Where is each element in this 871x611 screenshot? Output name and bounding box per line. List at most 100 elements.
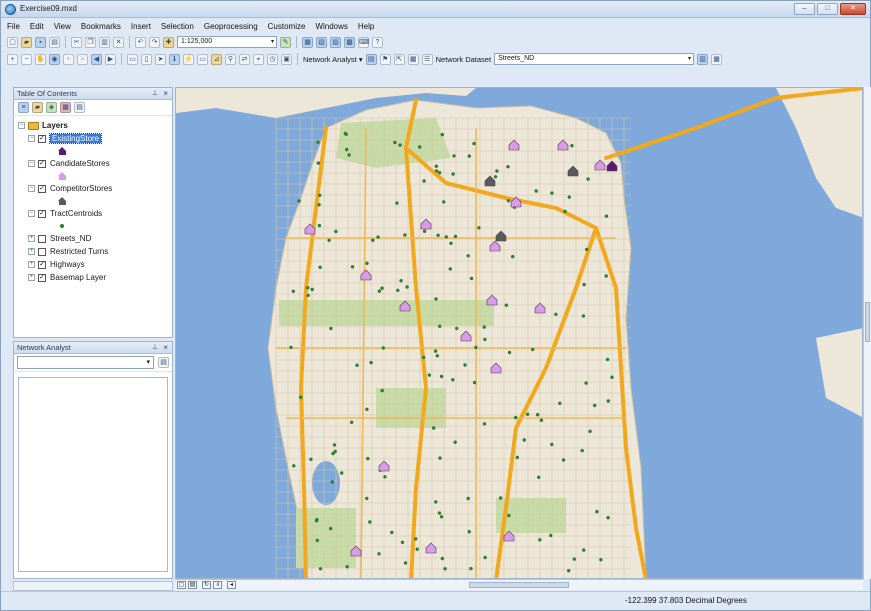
- menu-insert[interactable]: Insert: [131, 22, 151, 31]
- whats-this-icon[interactable]: ?: [372, 36, 383, 48]
- collapse-icon[interactable]: −: [28, 185, 35, 192]
- toc-options-icon[interactable]: ▤: [74, 102, 85, 113]
- save-icon[interactable]: ▪: [35, 36, 46, 48]
- fixed-zoom-in-icon[interactable]: ⁘: [63, 53, 74, 65]
- layer-name[interactable]: CandidateStores: [50, 159, 110, 168]
- viewer-window-icon[interactable]: ▣: [281, 53, 292, 65]
- map-horizontal-scrollbar[interactable]: ▢ ▤ ↻ ॥ ◂: [175, 579, 863, 590]
- list-by-drawing-order-icon[interactable]: ≡: [18, 102, 29, 113]
- solve-icon[interactable]: ▦: [407, 53, 419, 65]
- cut-icon[interactable]: ✂: [71, 36, 82, 48]
- layer-row-existingstore[interactable]: − ✓ ExistingStore: [18, 132, 172, 145]
- menu-selection[interactable]: Selection: [161, 22, 194, 31]
- table-of-contents-icon[interactable]: ▦: [302, 36, 313, 48]
- network-dataset-combobox[interactable]: Streets_ND ▾: [494, 53, 695, 65]
- close-icon[interactable]: ×: [163, 342, 168, 353]
- back-extent-icon[interactable]: ◀: [91, 53, 102, 65]
- zoom-in-icon[interactable]: +: [7, 53, 18, 65]
- layer-visibility-checkbox[interactable]: ✓: [38, 159, 46, 168]
- close-icon[interactable]: ×: [163, 88, 168, 99]
- redo-icon[interactable]: ↷: [149, 36, 160, 48]
- expand-icon[interactable]: +: [28, 261, 35, 268]
- python-icon[interactable]: ⌨: [358, 36, 369, 48]
- layer-visibility-checkbox[interactable]: [38, 234, 46, 243]
- expand-icon[interactable]: +: [28, 274, 35, 281]
- print-icon[interactable]: ▤: [49, 36, 60, 48]
- close-button[interactable]: ✕: [840, 3, 866, 15]
- layer-visibility-checkbox[interactable]: [38, 247, 46, 256]
- pause-drawing-icon[interactable]: ॥: [213, 581, 222, 589]
- layer-visibility-checkbox[interactable]: ✓: [38, 209, 46, 218]
- map-canvas[interactable]: [176, 88, 863, 579]
- network-analyst-tree-area[interactable]: [18, 377, 168, 572]
- menu-view[interactable]: View: [54, 22, 71, 31]
- layer-row-tractcentroids[interactable]: − ✓ TractCentroids: [18, 207, 172, 220]
- menu-bookmarks[interactable]: Bookmarks: [81, 22, 121, 31]
- analysis-layer-dropdown[interactable]: ▾: [17, 356, 154, 369]
- layer-row-streets-nd[interactable]: + Streets_ND: [18, 232, 172, 245]
- layer-row-basemap[interactable]: + ✓ Basemap Layer: [18, 271, 172, 284]
- expand-icon[interactable]: +: [28, 248, 35, 255]
- pin-icon[interactable]: ⊥: [152, 88, 158, 99]
- network-analyst-menu[interactable]: Network Analyst ▾: [303, 55, 363, 64]
- pin-icon[interactable]: ⊥: [152, 342, 158, 353]
- menu-file[interactable]: File: [7, 22, 20, 31]
- left-panel-scrollbar[interactable]: [13, 581, 173, 591]
- paste-icon[interactable]: ▥: [99, 36, 110, 48]
- scroll-thumb[interactable]: [865, 302, 870, 342]
- layer-name[interactable]: Restricted Turns: [50, 247, 108, 256]
- collapse-icon[interactable]: −: [28, 210, 35, 217]
- find-icon[interactable]: ⚲: [225, 53, 236, 65]
- menu-edit[interactable]: Edit: [30, 22, 44, 31]
- collapse-icon[interactable]: −: [18, 122, 25, 129]
- layer-name[interactable]: TractCentroids: [50, 209, 102, 218]
- layer-row-restricted-turns[interactable]: + Restricted Turns: [18, 245, 172, 258]
- map-vertical-scrollbar[interactable]: [863, 87, 871, 579]
- menu-help[interactable]: Help: [358, 22, 374, 31]
- fixed-zoom-out-icon[interactable]: ⁙: [77, 53, 88, 65]
- map-view[interactable]: [175, 87, 863, 579]
- collapse-icon[interactable]: −: [28, 160, 35, 167]
- html-popup-icon[interactable]: ▭: [197, 53, 208, 65]
- menu-geoprocessing[interactable]: Geoprocessing: [204, 22, 258, 31]
- create-network-location-icon[interactable]: ⚑: [379, 53, 391, 65]
- list-by-selection-icon[interactable]: ▦: [60, 102, 71, 113]
- maximize-button[interactable]: □: [817, 3, 838, 15]
- minimize-button[interactable]: –: [794, 3, 815, 15]
- layer-name[interactable]: Streets_ND: [50, 234, 91, 243]
- layer-visibility-checkbox[interactable]: ✓: [38, 260, 46, 269]
- delete-icon[interactable]: ✕: [113, 36, 124, 48]
- refresh-icon[interactable]: ↻: [202, 581, 211, 589]
- layer-visibility-checkbox[interactable]: ✓: [38, 273, 46, 282]
- hyperlink-icon[interactable]: ⚡: [183, 53, 194, 65]
- select-move-location-icon[interactable]: ⇱: [393, 53, 405, 65]
- collapse-icon[interactable]: −: [28, 135, 35, 142]
- pan-icon[interactable]: ✋: [35, 53, 46, 65]
- add-data-icon[interactable]: ✚: [163, 36, 174, 48]
- go-to-xy-icon[interactable]: ⌖: [253, 53, 264, 65]
- layer-row-candidatestores[interactable]: − ✓ CandidateStores: [18, 157, 172, 170]
- zoom-out-icon[interactable]: −: [21, 53, 32, 65]
- layer-visibility-checkbox[interactable]: ✓: [38, 184, 46, 193]
- forward-extent-icon[interactable]: ▶: [105, 53, 116, 65]
- network-identify-icon[interactable]: ▦: [711, 53, 723, 65]
- scroll-thumb[interactable]: [469, 582, 569, 588]
- new-document-icon[interactable]: ▢: [7, 36, 18, 48]
- search-window-icon[interactable]: ▨: [330, 36, 341, 48]
- list-by-source-icon[interactable]: ▰: [32, 102, 43, 113]
- layer-name[interactable]: Basemap Layer: [50, 273, 106, 282]
- layer-row-highways[interactable]: + ✓ Highways: [18, 258, 172, 271]
- layer-name[interactable]: Highways: [50, 260, 85, 269]
- layer-row-competitorstores[interactable]: − ✓ CompetitorStores: [18, 182, 172, 195]
- list-by-visibility-icon[interactable]: ◈: [46, 102, 57, 113]
- scroll-left-icon[interactable]: ◂: [227, 581, 236, 589]
- build-network-icon[interactable]: ▥: [697, 53, 709, 65]
- full-extent-icon[interactable]: ◉: [49, 53, 60, 65]
- measure-icon[interactable]: ⊿: [211, 53, 222, 65]
- find-route-icon[interactable]: ⇄: [239, 53, 250, 65]
- time-slider-icon[interactable]: ◷: [267, 53, 278, 65]
- clear-selection-icon[interactable]: ▯: [141, 53, 152, 65]
- analysis-properties-icon[interactable]: ▤: [158, 357, 169, 368]
- select-features-icon[interactable]: ▭: [127, 53, 138, 65]
- catalog-icon[interactable]: ▧: [316, 36, 327, 48]
